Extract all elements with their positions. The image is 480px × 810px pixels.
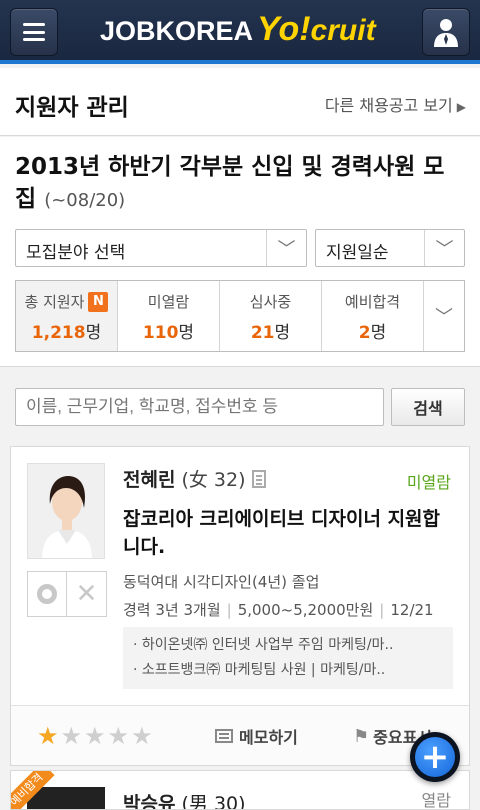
search-input[interactable] — [15, 388, 384, 426]
career-row: 경력 3년 3개월 | 5,000~5,2000만원 | 12/21 — [123, 601, 434, 619]
stat-unit: 명 — [274, 323, 291, 343]
education: 동덕여대 시각디자인(4년) 졸업 — [123, 573, 320, 591]
rating-stars[interactable]: ★ ★ ★ ★ ★ — [37, 722, 153, 750]
resume-icon — [251, 469, 266, 488]
logo: JOBKOREA Yo! cruit — [100, 10, 376, 54]
plus-icon: + — [415, 737, 455, 777]
chevron-down-icon: ﹀ — [424, 230, 464, 266]
applicant-meta: (男 30) — [181, 793, 246, 810]
add-fab-button[interactable]: + — [410, 732, 460, 782]
work-history: · 하이온넷㈜ 인터넷 사업부 주임 마케팅/마.. · 소프트뱅크㈜ 마케팅팀… — [123, 627, 453, 689]
history-item: · 하이온넷㈜ 인터넷 사업부 주임 마케팅/마.. — [133, 637, 394, 653]
star-icon[interactable]: ★ — [108, 722, 130, 750]
pass-button[interactable] — [28, 572, 68, 616]
applicant-name-row: 전혜린 (女 32) — [123, 465, 266, 492]
star-icon[interactable]: ★ — [61, 722, 83, 750]
applicant-name: 박승유 — [123, 793, 176, 810]
stat-preliminary-pass[interactable]: 예비합격 2명 — [322, 281, 424, 351]
stat-value: 2 — [358, 323, 371, 343]
career: 경력 3년 3개월 — [123, 601, 221, 619]
arrow-right-icon: ▶ — [456, 100, 466, 114]
profile-button[interactable] — [422, 8, 470, 56]
applicant-card[interactable]: 예비합격 박승유 (男 30) 열람 — [10, 770, 470, 810]
status-badge: 미열람 — [406, 473, 451, 492]
page-title: 지원자 관리 — [15, 95, 129, 121]
salary: 5,000~5,2000만원 — [237, 601, 374, 619]
stat-label: 심사중 — [249, 293, 292, 311]
circle-icon — [37, 584, 57, 604]
job-section: 2013년 하반기 각부분 신입 및 경력사원 모집 (~08/20) 모집분야… — [0, 137, 480, 367]
stat-value: 110 — [142, 323, 179, 343]
top-bar: JOBKOREA Yo! cruit — [0, 0, 480, 64]
hamburger-icon — [23, 23, 45, 41]
applicant-card[interactable]: ✕ 전혜린 (女 32) 미열람 잡코리아 크리에이티브 디자이너 지원합니다.… — [10, 446, 470, 766]
search-button[interactable]: 검색 — [391, 388, 465, 426]
memo-button[interactable]: 메모하기 — [215, 724, 298, 748]
logo-yo: Yo! — [257, 10, 311, 48]
other-postings-label: 다른 채용공고 보기 — [324, 96, 453, 115]
stat-value: 1,218 — [31, 323, 86, 343]
chevron-down-icon: ﹀ — [266, 230, 306, 266]
stat-unit: 명 — [370, 323, 387, 343]
fail-button[interactable]: ✕ — [67, 572, 106, 616]
stats-bar: 총 지원자 N 1,218명 미열람 110명 심사중 21명 예비합격 2명 ﹀ — [15, 280, 465, 352]
apply-date: 12/21 — [390, 601, 434, 619]
sort-select[interactable]: 지원일순 ﹀ — [315, 229, 465, 267]
status-badge: 열람 — [421, 791, 451, 810]
field-select[interactable]: 모집분야 선택 ﹀ — [15, 229, 307, 267]
stat-value: 21 — [250, 323, 275, 343]
applicant-name: 전혜린 — [123, 469, 176, 491]
applicant-photo — [27, 463, 105, 559]
flag-icon: ⚑ — [353, 725, 370, 747]
history-item: · 소프트뱅크㈜ 마케팅팀 사원 | 마케팅/마.. — [133, 662, 386, 678]
memo-icon — [215, 729, 233, 743]
star-icon[interactable]: ★ — [84, 722, 106, 750]
logo-main: JOBKOREA — [100, 16, 254, 46]
star-icon[interactable]: ★ — [131, 722, 153, 750]
chevron-down-icon: ﹀ — [435, 307, 453, 328]
stat-label: 총 지원자 — [24, 293, 85, 311]
stat-unit: 명 — [178, 323, 195, 343]
applicant-meta: (女 32) — [181, 469, 246, 491]
logo-cruit: cruit — [310, 14, 376, 47]
x-icon: ✕ — [75, 579, 98, 609]
stat-unread[interactable]: 미열람 110명 — [118, 281, 220, 351]
memo-label: 메모하기 — [239, 728, 298, 747]
application-title[interactable]: 잡코리아 크리에이티브 디자이너 지원합니다. — [123, 505, 453, 561]
stat-label: 미열람 — [147, 293, 190, 311]
star-icon[interactable]: ★ — [37, 722, 59, 750]
stat-total[interactable]: 총 지원자 N 1,218명 — [16, 281, 118, 351]
stats-expand-button[interactable]: ﹀ — [424, 281, 464, 351]
page-header: 지원자 관리 다른 채용공고 보기 ▶ — [0, 68, 480, 136]
menu-button[interactable] — [10, 8, 58, 56]
sort-select-label: 지원일순 — [326, 243, 389, 263]
job-deadline: (~08/20) — [44, 190, 126, 211]
pass-fail-toggle: ✕ — [27, 571, 107, 617]
stat-unit: 명 — [85, 323, 102, 343]
new-badge: N — [88, 291, 109, 312]
stat-reviewing[interactable]: 심사중 21명 — [220, 281, 322, 351]
user-icon — [434, 19, 458, 47]
other-postings-link[interactable]: 다른 채용공고 보기 ▶ — [325, 92, 466, 116]
card-footer: ★ ★ ★ ★ ★ 메모하기 ⚑ 중요표시 — [11, 705, 469, 765]
stat-label: 예비합격 — [344, 293, 401, 311]
job-title: 2013년 하반기 각부분 신입 및 경력사원 모집 (~08/20) — [15, 151, 465, 217]
field-select-label: 모집분야 선택 — [26, 243, 126, 263]
